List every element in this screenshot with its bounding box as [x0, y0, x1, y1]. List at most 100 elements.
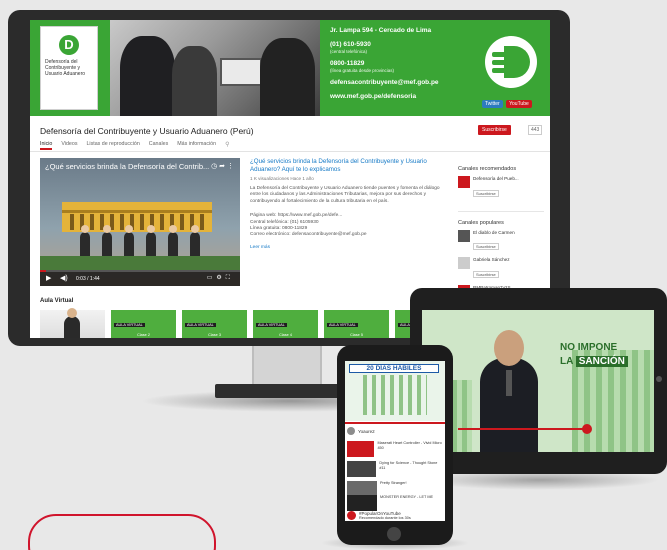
aula-video-thumbnail[interactable]: AULA VIRTUAL Clase 5 — [324, 310, 389, 338]
tab-mas-informacion[interactable]: Más información — [177, 141, 216, 150]
phone-video-item[interactable]: Dying for Science - Thought Stone #11 — [347, 461, 443, 479]
aula-video-thumbnail[interactable]: AULA VIRTUAL Clase 3 — [182, 310, 247, 338]
red-outline-shape — [28, 514, 216, 550]
tab-playlists[interactable]: Listas de reproducción — [86, 141, 139, 150]
video-time: 0:03 / 1:44 — [76, 276, 100, 282]
banner-contact-info: Jr. Lampa 594 - Cercado de Lima (01) 610… — [330, 26, 480, 101]
phone-footer-sub: Recomendado durante los 30s — [359, 516, 411, 520]
video-ground — [40, 256, 240, 270]
aula-video-thumbnail[interactable]: AULA VIRTUAL Clase 4 — [253, 310, 318, 338]
phone-channel-name[interactable]: Yoaure2 — [358, 429, 375, 434]
monitor-neck — [252, 346, 322, 388]
video-character — [146, 225, 156, 256]
tablet-progress-bar[interactable] — [458, 428, 588, 430]
aula-video-thumbnail[interactable]: AULA VIRTUAL Clase 2 — [111, 310, 176, 338]
clock-share-icons[interactable]: ◷ ➦ ⋮ — [211, 162, 234, 170]
channel-tabs: Inicio Videos Listas de reproducción Can… — [40, 141, 229, 150]
tablet-caption-line2: LA SANCIÓN — [560, 356, 628, 367]
subscriber-count: 443 — [528, 125, 543, 135]
aula-badge: AULA VIRTUAL — [114, 323, 145, 327]
twitter-link[interactable]: Twitter — [482, 100, 503, 108]
aula-caption: Clase 5 — [350, 333, 363, 337]
phone-progress-bar[interactable] — [345, 422, 445, 424]
phone-progress-fill — [345, 422, 445, 424]
channel-subscribe-button[interactable]: Suscribirse — [473, 189, 499, 197]
subscribe-button[interactable]: Suscribirse — [478, 125, 511, 135]
phone-video-item[interactable]: Maserati Heart Controller - Vivid Micro … — [347, 441, 443, 459]
tablet-progress-handle[interactable] — [582, 424, 592, 434]
tablet-home-button — [656, 376, 662, 382]
search-icon[interactable]: ⚲ — [225, 141, 229, 150]
play-icon[interactable]: ▶ — [46, 274, 51, 282]
banner-phone: (01) 610-5930 — [330, 41, 371, 48]
aula-caption: Clase 2 — [137, 333, 150, 337]
banner-person-1 — [120, 36, 175, 116]
settings-fullscreen-icons[interactable]: ▭⚙⛶ — [207, 274, 234, 282]
channel-subscribe-button[interactable]: Suscribirse — [473, 270, 499, 278]
aula-caption: Clase 4 — [279, 333, 292, 337]
aula-video-thumbnail[interactable] — [40, 308, 105, 338]
tab-canales[interactable]: Canales — [149, 141, 168, 150]
banner-website[interactable]: www.mef.gob.pe/defensoria — [330, 92, 480, 101]
featured-video-player[interactable]: ¿Qué servicios brinda la Defensoría del … — [40, 158, 240, 286]
tab-videos[interactable]: Videos — [61, 141, 77, 150]
video-character — [190, 225, 200, 256]
sidebar-channel[interactable]: El diablo de Carmen Suscribirse — [458, 229, 544, 254]
phone-youtube-app: 20 DÍAS HÁBILES Yoaure2 Maserati Heart C… — [345, 361, 445, 521]
banner-free-phone: 0800-11829 — [330, 60, 365, 67]
tablet-video[interactable]: NO IMPONE LA SANCIÓN — [422, 310, 654, 452]
aula-badge: AULA VIRTUAL — [327, 323, 358, 327]
player-controls: ▶ ◀) 0:03 / 1:44 ▭⚙⛶ — [40, 270, 240, 286]
aula-virtual-shelf: AULA VIRTUAL Clase 2 AULA VIRTUAL Clase … — [40, 308, 460, 338]
presenter-figure — [64, 308, 80, 338]
video-title[interactable]: ¿Qué servicios brinda la Defensoría del … — [45, 162, 209, 171]
video-character — [168, 225, 178, 256]
banner-photo — [110, 20, 320, 116]
description-title[interactable]: ¿Qué servicios brinda la Defensoría del … — [250, 158, 450, 174]
aula-badge: AULA VIRTUAL — [256, 323, 287, 327]
sidebar-channel[interactable]: Gabriela Sánchez Suscribirse — [458, 257, 544, 281]
aula-caption: Clase 3 — [208, 333, 221, 337]
description-mail: Correo electrónico: defensacontribuyente… — [250, 232, 367, 238]
video-building-columns — [70, 214, 204, 230]
banner-free-phone-note: (línea gratuita desde provincias) — [330, 68, 395, 73]
tablet-presenter-tie — [506, 370, 512, 396]
phone-video-thumb — [347, 495, 377, 511]
channel-name[interactable]: Gabriela Sánchez — [473, 257, 510, 263]
video-progress-bar[interactable] — [40, 270, 240, 272]
phone-home-button[interactable] — [387, 527, 401, 541]
video-character — [80, 225, 90, 256]
phone-calendar-title: 20 DÍAS HÁBILES — [349, 364, 439, 373]
divider — [458, 204, 544, 212]
banner-laptop — [220, 58, 262, 86]
recommended-heading: Canales recomendados — [458, 166, 517, 172]
youtube-icon — [347, 511, 356, 521]
banner-email[interactable]: defensacontribuyente@mef.gob.pe — [330, 78, 480, 87]
channel-name[interactable]: Defensoría del Pueb... — [473, 176, 519, 182]
defensoria-logo: D Defensoría del Contribuyente y Usuario… — [40, 26, 98, 110]
phone-channel-row[interactable]: Yoaure2 — [347, 427, 443, 435]
channel-avatar — [458, 257, 470, 269]
video-description: ¿Qué servicios brinda la Defensoría del … — [250, 158, 450, 250]
video-character — [102, 225, 112, 256]
youtube-link[interactable]: YouTube — [506, 100, 532, 108]
phone-video[interactable]: 20 DÍAS HÁBILES — [345, 361, 445, 421]
read-more-link[interactable]: Leer más — [250, 245, 450, 250]
brand-d-icon — [485, 36, 537, 88]
tablet-caption-prefix: LA — [560, 356, 573, 367]
volume-icon[interactable]: ◀) — [60, 274, 68, 282]
phone-video-title: Dying for Science - Thought Stone #11 — [379, 461, 438, 470]
channel-subscribe-button[interactable]: Suscribirse — [473, 243, 499, 250]
tablet-caption-line1: NO IMPONE — [560, 342, 618, 353]
phone-video-thumb — [347, 441, 375, 457]
channel-header: Defensoría del Contribuyente y Usuario A… — [30, 120, 550, 152]
sidebar-channel[interactable]: Defensoría del Pueb... Suscribirse — [458, 176, 544, 200]
channel-name[interactable]: El diablo de Carmen — [473, 230, 515, 236]
phone-footer-row[interactable]: #PopularOnYouTube Recomendado durante lo… — [347, 511, 443, 521]
tablet-presenter-head — [494, 330, 524, 366]
description-body: La Defensoría del Contribuyente y Usuari… — [250, 186, 440, 204]
tab-inicio[interactable]: Inicio — [40, 141, 53, 150]
channel-title: Defensoría del Contribuyente y Usuario A… — [40, 126, 254, 136]
aula-badge: AULA VIRTUAL — [185, 323, 216, 327]
banner-address: Jr. Lampa 594 - Cercado de Lima — [330, 27, 432, 34]
